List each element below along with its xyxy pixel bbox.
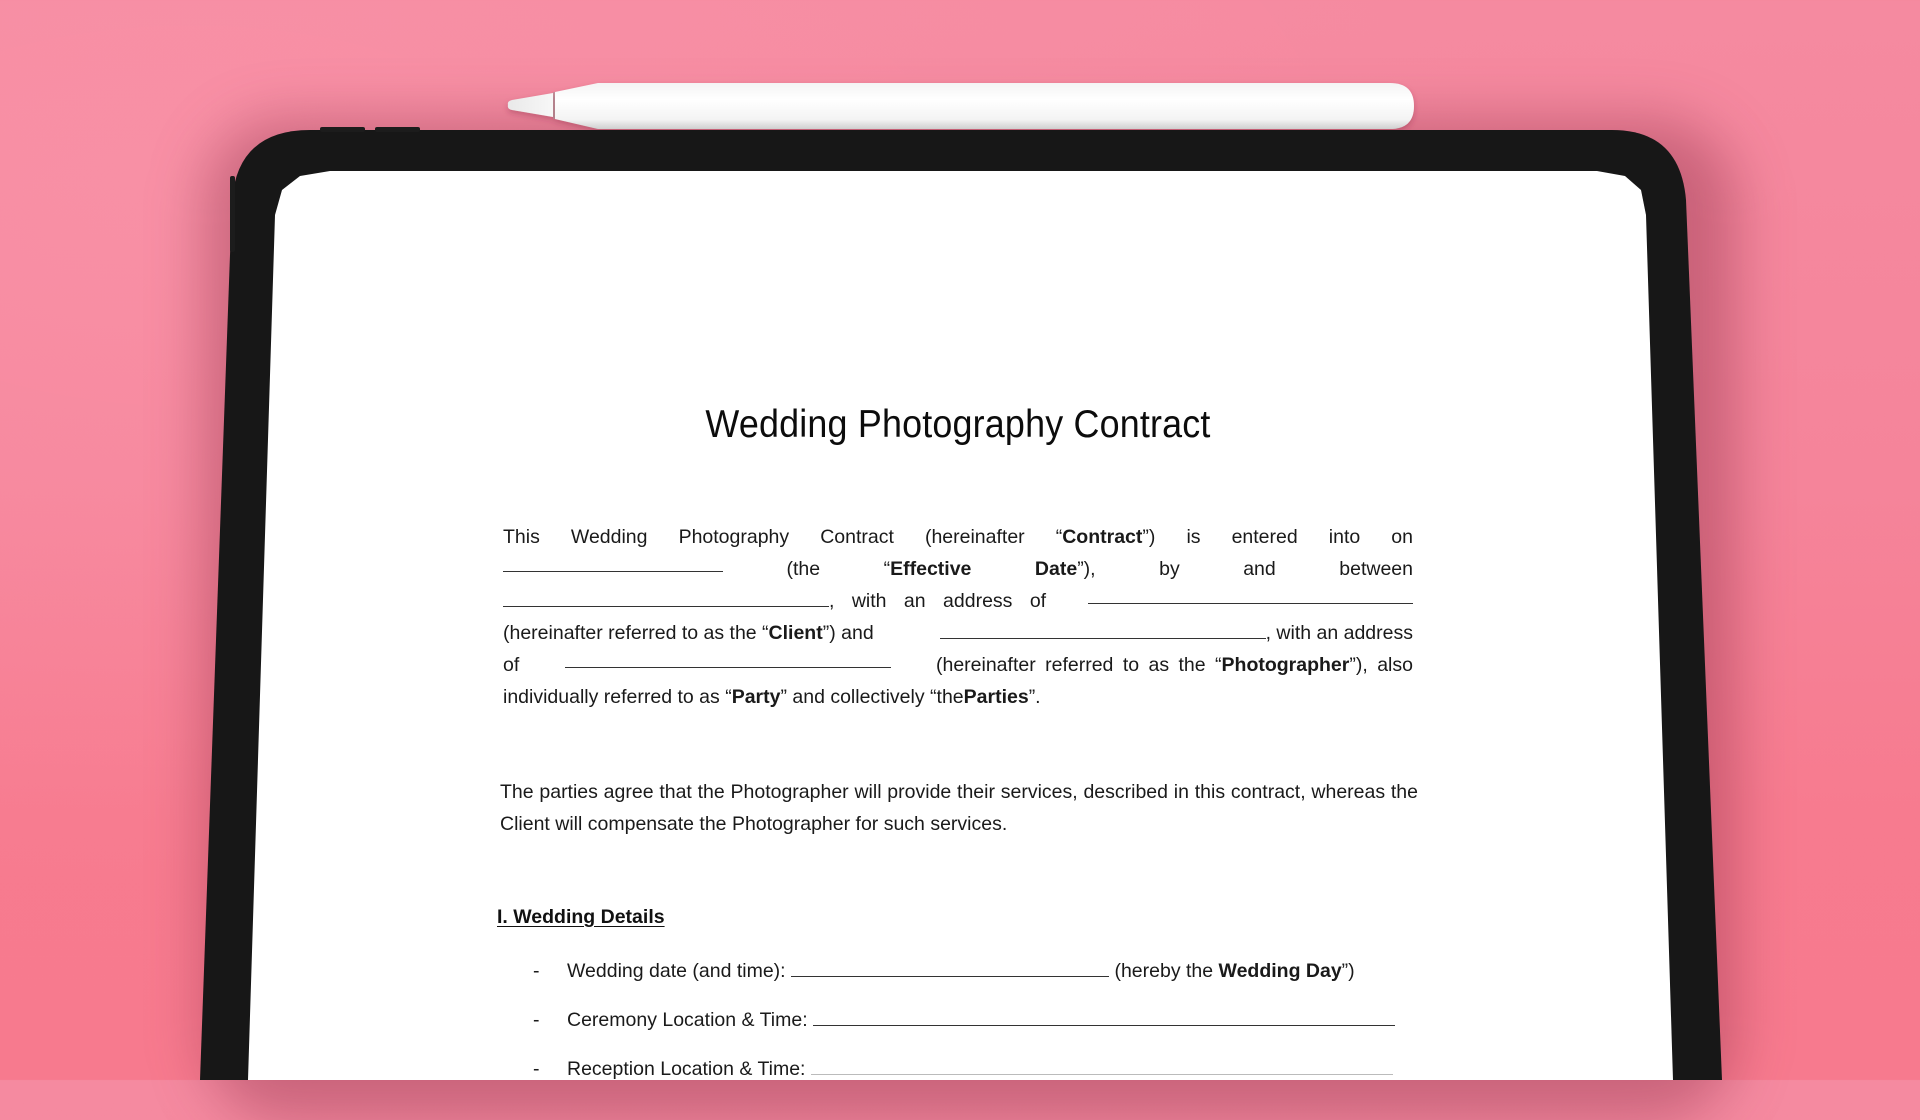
item-label: Reception Location & Time: <box>567 1058 806 1080</box>
bold-term: Contract <box>1062 526 1143 548</box>
top-button-1 <box>320 127 365 132</box>
word: Wedding <box>570 526 648 548</box>
bold-term: Parties <box>963 686 1029 708</box>
word: Photography <box>678 526 790 548</box>
text: individually referred to as “ <box>503 686 732 708</box>
text: (hereinafter referred to as the “ <box>503 622 769 644</box>
list-item: - Reception Location & Time: <box>533 1056 1393 1080</box>
bold-term: Date <box>1034 558 1078 580</box>
word: Contract <box>820 526 894 548</box>
client-name-blank[interactable] <box>503 588 829 607</box>
word: This <box>503 526 540 548</box>
intro-line-6: individually referred to as “Party” and … <box>503 681 1413 713</box>
top-button-2 <box>375 127 420 132</box>
client-name-group: , with an address of <box>503 585 1046 617</box>
intro-line-4: (hereinafter referred to as the “Client”… <box>503 617 1413 649</box>
word: entered <box>1231 526 1298 548</box>
intro-line-5: of (hereinafter referred to as the “Phot… <box>503 649 1413 681</box>
word: is <box>1186 526 1201 548</box>
parties-group: individually referred to as “Party” and … <box>503 681 1041 713</box>
bullet-dash: - <box>533 960 540 982</box>
bold-term: Party <box>731 686 781 708</box>
bullet-dash: - <box>533 1009 540 1031</box>
intro-line-3: , with an address of <box>503 585 1413 617</box>
section-heading: I. Wedding Details <box>497 906 665 928</box>
word: (hereinafter <box>924 526 1025 548</box>
list-item: - Ceremony Location & Time: <box>533 1007 1396 1032</box>
text: (hereby the <box>1114 960 1219 982</box>
bold-term: Photographer <box>1221 654 1350 676</box>
word: (the <box>786 558 821 580</box>
list-item: - Wedding date (and time): (hereby the We… <box>533 958 1355 983</box>
text: (hereinafter referred to as the “ <box>935 654 1222 676</box>
word: and <box>1243 558 1276 580</box>
effective-date-blank[interactable] <box>503 553 723 572</box>
item-label: Wedding date (and time): <box>567 960 786 982</box>
intro-line-2: (the “Effective Date”), by and between <box>503 553 1413 585</box>
bold-term: Client <box>768 622 823 644</box>
word: into <box>1328 526 1361 548</box>
bold-term: Wedding Day <box>1218 960 1342 982</box>
bold-term: Effective <box>890 558 972 580</box>
client-term-group: (hereinafter referred to as the “Client”… <box>503 617 874 649</box>
word: by <box>1159 558 1180 580</box>
text: ”. <box>1028 686 1041 708</box>
contract-term: “Contract”) <box>1055 526 1156 548</box>
reception-blank[interactable] <box>810 1056 1393 1075</box>
address-of-text: , with an address of <box>829 590 1047 612</box>
word: of <box>503 654 520 676</box>
agreement-paragraph: The parties agree that the Photographer … <box>500 781 1418 835</box>
photographer-name-blank[interactable] <box>939 620 1266 639</box>
text: ”), also <box>1349 654 1413 676</box>
bullet-dash: - <box>533 1058 540 1080</box>
client-address-blank[interactable] <box>1088 585 1413 604</box>
effective-term: “Effective <box>883 558 972 580</box>
intro-paragraph: This Wedding Photography Contract (herei… <box>503 521 1413 713</box>
word: between <box>1339 558 1413 580</box>
document-title: Wedding Photography Contract <box>705 403 1211 446</box>
text: ”) and <box>822 622 874 644</box>
photographer-address-blank[interactable] <box>564 649 891 668</box>
intro-line-1: This Wedding Photography Contract (herei… <box>503 521 1413 553</box>
text: , with an address <box>1265 622 1413 644</box>
photographer-term-group: (hereinafter referred to as the “Photogr… <box>936 649 1413 681</box>
text: ” and collectively “the <box>780 686 964 708</box>
ceremony-blank[interactable] <box>813 1007 1396 1026</box>
text: ”) <box>1341 960 1355 982</box>
photographer-name-group: , with an address <box>939 617 1413 649</box>
wedding-day-suffix: (hereby the Wedding Day”) <box>1114 960 1354 982</box>
wedding-date-blank[interactable] <box>791 958 1110 977</box>
date-term: Date”), <box>1034 558 1096 580</box>
side-button <box>230 176 235 252</box>
word: on <box>1391 526 1413 548</box>
item-label: Ceremony Location & Time: <box>567 1009 808 1031</box>
